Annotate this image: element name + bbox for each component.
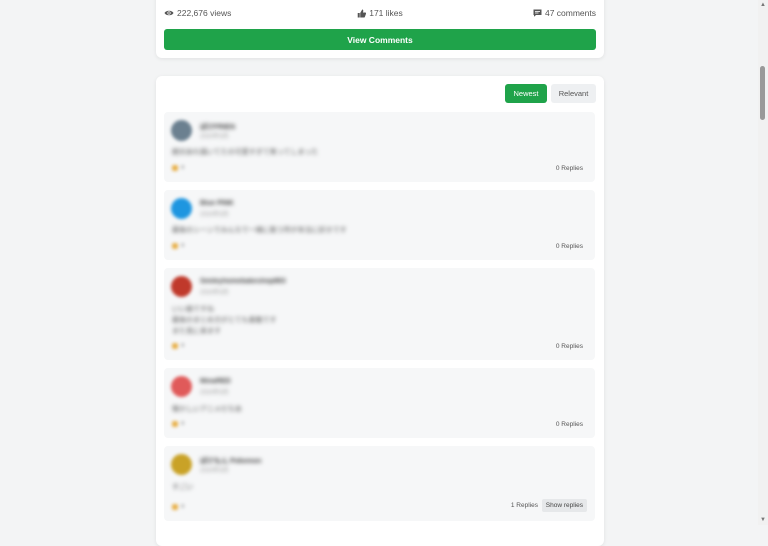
comment-item: Blue PINK 2024年3月 最後のシーンでみんなで一緒に歌う所が本当に好… (164, 190, 595, 260)
post-stats-card: 222,676 views 171 likes 47 comments View… (156, 0, 604, 58)
avatar[interactable] (171, 276, 192, 297)
likes-count: 171 likes (369, 8, 403, 18)
scroll-down-arrow-icon[interactable]: ▼ (758, 515, 768, 525)
comment-like-count: 0 (181, 343, 185, 349)
comment-body: すごい (172, 484, 193, 491)
comment-like-count: 0 (181, 243, 185, 249)
likes-stat[interactable]: 171 likes (357, 8, 403, 18)
thumbs-up-icon (172, 165, 178, 171)
comment-like[interactable]: 0 (172, 243, 184, 249)
comment-item: ぽけもん Pokemon 2024年3月 すごい 0 1 Replies Sho… (164, 446, 595, 521)
comment-body: 絶対あれ描いてたの可愛すぎて笑ってしまった (172, 149, 319, 156)
comment-body: 懐かしいアニメだなあ (172, 406, 242, 413)
comments-count: 47 comments (544, 8, 596, 18)
comment-date: 2024年3月 (200, 212, 229, 218)
comment-replies-count: 1 Replies (510, 502, 538, 509)
comment-replies-count: 0 Replies (555, 421, 583, 428)
comment-item: ぽけFRIEN 2024年3月 絶対あれ描いてたの可愛すぎて笑ってしまった 0 … (164, 112, 595, 182)
avatar[interactable] (171, 376, 192, 397)
post-stats: 222,676 views 171 likes 47 comments (164, 8, 596, 22)
eye-icon (164, 9, 174, 17)
avatar[interactable] (171, 454, 192, 475)
comment-date: 2024年3月 (200, 390, 229, 396)
views-stat: 222,676 views (164, 8, 231, 18)
view-comments-button[interactable]: View Comments (164, 29, 596, 50)
comment-item: Smileyhomebakeshop883 2024年3月 いい曲ですね 最後の… (164, 268, 595, 360)
comment-date: 2024年3月 (200, 290, 229, 296)
comment-author[interactable]: Blue PINK (200, 200, 234, 207)
comments-stat: 47 comments (533, 8, 596, 18)
comment-author[interactable]: Smileyhomebakeshop883 (200, 278, 286, 285)
comment-author[interactable]: MinaRED (200, 378, 231, 385)
avatar[interactable] (171, 120, 192, 141)
comment-like[interactable]: 0 (172, 421, 184, 427)
avatar[interactable] (171, 198, 192, 219)
comments-panel: Newest Relevant ぽけFRIEN 2024年3月 絶対あれ描いてた… (156, 76, 604, 546)
comment-body-line: 最後のまとめ方がとても素敵です (172, 317, 277, 324)
comment-like-count: 0 (181, 165, 185, 171)
comment-body-line: また見に来ます (172, 328, 221, 335)
show-replies-button[interactable]: Show replies (541, 499, 587, 512)
views-count: 222,676 views (177, 8, 232, 18)
comment-body: 最後のシーンでみんなで一緒に歌う所が本当に好きです (172, 227, 347, 234)
comment-like[interactable]: 0 (172, 504, 184, 510)
scroll-up-arrow-icon[interactable]: ▲ (758, 0, 768, 10)
thumbs-up-icon (357, 9, 367, 18)
scrollbar-thumb[interactable] (760, 66, 765, 120)
sort-newest-button[interactable]: Newest (505, 84, 547, 103)
thumbs-up-icon (172, 421, 178, 427)
comment-body-line: いい曲ですね (172, 306, 214, 313)
thumbs-up-icon (172, 343, 178, 349)
comment-date: 2024年3月 (200, 134, 229, 140)
comment-replies-count: 0 Replies (555, 165, 583, 172)
comment-like-count: 0 (181, 421, 185, 427)
comment-item: MinaRED 2024年3月 懐かしいアニメだなあ 0 0 Replies (164, 368, 595, 438)
comment-like-count: 0 (181, 504, 185, 510)
thumbs-up-icon (172, 504, 178, 510)
comment-icon (533, 9, 542, 17)
sort-relevant-button[interactable]: Relevant (551, 84, 596, 103)
comment-replies-count: 0 Replies (555, 343, 583, 350)
comment-like[interactable]: 0 (172, 343, 184, 349)
comment-like[interactable]: 0 (172, 165, 184, 171)
thumbs-up-icon (172, 243, 178, 249)
scrollbar[interactable]: ▲ ▼ (758, 0, 768, 525)
comment-date: 2024年3月 (200, 468, 229, 474)
comment-replies-count: 0 Replies (555, 243, 583, 250)
